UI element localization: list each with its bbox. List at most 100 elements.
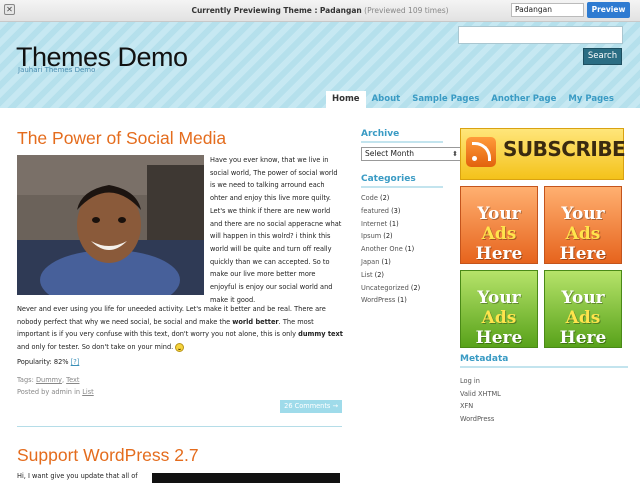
sidebar-archive-categories: Archive Select Month Categories Code (2)… xyxy=(361,108,461,307)
category-count: (1) xyxy=(397,296,407,305)
category-name[interactable]: Ipsum xyxy=(361,232,381,240)
post-title[interactable]: Support WordPress 2.7 xyxy=(17,445,199,466)
ad-line-2: Ads Here xyxy=(545,308,621,348)
category-count: (2) xyxy=(380,194,390,202)
post-intro-text: Have you ever know, that we live in soci… xyxy=(210,156,342,304)
post-divider xyxy=(17,426,342,427)
ad-word-here: Here xyxy=(559,328,607,348)
category-name[interactable]: Internet xyxy=(361,220,387,228)
ad-word-here: Here xyxy=(475,328,523,348)
ad-word-here: Here xyxy=(475,244,523,264)
category-item[interactable]: Internet (1) xyxy=(361,218,443,231)
post-image xyxy=(152,473,340,483)
category-count: (1) xyxy=(389,219,399,228)
ad-word-here: Here xyxy=(559,244,607,264)
category-name[interactable]: featured xyxy=(361,207,389,215)
category-name[interactable]: WordPress xyxy=(361,296,395,304)
subscribe-banner[interactable]: SUBSCRIBE xyxy=(460,128,626,180)
tag-link[interactable]: Text xyxy=(66,376,79,384)
nav-my-pages[interactable]: My Pages xyxy=(562,91,620,108)
metadata-title: Metadata xyxy=(460,354,628,368)
category-count: (2) xyxy=(410,283,421,292)
ad-banner[interactable]: Your Ads Here xyxy=(544,186,622,264)
category-count: (1) xyxy=(381,257,391,266)
category-item[interactable]: List (2) xyxy=(361,269,443,282)
popularity-label: Popularity: 82% xyxy=(17,358,69,366)
ad-line-1: Your xyxy=(561,204,605,224)
category-name[interactable]: Uncategorized xyxy=(361,284,409,292)
ad-word-ads: Ads xyxy=(565,224,601,244)
ad-word-ads: Ads xyxy=(565,308,601,328)
theme-select[interactable]: Padangan xyxy=(511,3,584,17)
posted-by: Posted by admin in xyxy=(17,388,81,396)
ad-banner[interactable]: Your Ads Here xyxy=(460,270,538,348)
category-name[interactable]: Japan xyxy=(361,258,379,266)
theme-preview-bar: ✕ Currently Previewing Theme : Padangan … xyxy=(0,0,640,22)
meta-link-wordpress[interactable]: WordPress xyxy=(460,413,501,426)
metadata-list: Log in Valid XHTML XFN WordPress xyxy=(460,375,501,426)
post-body-text: Never and ever using you life for uneede… xyxy=(17,303,347,354)
tag-link[interactable]: Dummy xyxy=(36,376,62,384)
popularity-help-link[interactable]: [?] xyxy=(71,358,80,366)
ad-line-1: Your xyxy=(561,288,605,308)
body-bold-2: dummy text xyxy=(298,330,343,339)
preview-theme-name: Padangan xyxy=(319,6,362,15)
ad-line-2: Ads Here xyxy=(461,224,537,264)
preview-prefix: Currently Previewing Theme : xyxy=(191,6,318,15)
ad-banner[interactable]: Your Ads Here xyxy=(544,270,622,348)
meta-link-login[interactable]: Log in xyxy=(460,375,501,388)
category-item[interactable]: Japan (1) xyxy=(361,256,443,269)
post-title[interactable]: The Power of Social Media xyxy=(17,128,226,149)
post-meta: Posted by admin in List xyxy=(17,388,94,396)
nav-about[interactable]: About xyxy=(366,91,407,108)
archive-title: Archive xyxy=(361,129,443,143)
category-name[interactable]: Code xyxy=(361,194,378,202)
body-bold-1: world better xyxy=(232,317,279,326)
site-tagline: Jauhari Themes Demo xyxy=(18,66,96,74)
ad-line-2: Ads Here xyxy=(461,308,537,348)
category-link[interactable]: List xyxy=(82,388,94,396)
comments-link[interactable]: 26 Comments → xyxy=(280,400,342,413)
search-input[interactable] xyxy=(458,26,623,44)
category-item[interactable]: Another One (1) xyxy=(361,243,443,256)
subscribe-label: SUBSCRIBE xyxy=(503,137,626,161)
ad-line-2: Ads Here xyxy=(545,224,621,264)
nav-sample-pages[interactable]: Sample Pages xyxy=(406,91,485,108)
category-item[interactable]: WordPress (1) xyxy=(361,294,443,307)
category-item[interactable]: Uncategorized (2) xyxy=(361,282,443,295)
search-button[interactable]: Search xyxy=(583,48,622,65)
smiley-icon xyxy=(175,342,185,352)
site-header: Themes Demo Jauhari Themes Demo Search H… xyxy=(0,22,640,108)
category-list: Code (2) featured (3) Internet (1) Ipsum… xyxy=(361,192,443,307)
category-count: (3) xyxy=(391,206,401,215)
category-count: (2) xyxy=(374,270,384,279)
category-item[interactable]: featured (3) xyxy=(361,205,443,218)
body-part-3: and only for tester. So don't take on yo… xyxy=(17,343,174,352)
preview-count: (Previewed 109 times) xyxy=(364,6,449,15)
ad-line-1: Your xyxy=(477,204,521,224)
category-name[interactable]: Another One xyxy=(361,245,403,253)
main-nav: Home About Sample Pages Another Page My … xyxy=(326,91,620,108)
ad-word-ads: Ads xyxy=(481,308,517,328)
popularity: Popularity: 82% [?] xyxy=(17,358,79,366)
rss-icon xyxy=(466,137,496,167)
tags-label: Tags: xyxy=(17,376,34,384)
post-tags: Tags: Dummy, Text xyxy=(17,376,80,384)
archive-month-select[interactable]: Select Month xyxy=(361,147,461,161)
meta-link-xfn[interactable]: XFN xyxy=(460,400,501,413)
post-photo xyxy=(17,155,204,295)
category-item[interactable]: Code (2) xyxy=(361,192,443,205)
categories-title: Categories xyxy=(361,174,443,188)
ad-line-1: Your xyxy=(477,288,521,308)
category-name[interactable]: List xyxy=(361,271,373,279)
ad-word-ads: Ads xyxy=(481,224,517,244)
meta-link-xhtml[interactable]: Valid XHTML xyxy=(460,388,501,401)
post-intro-text: Hi, I want give you update that all of xyxy=(17,472,138,480)
ad-banner[interactable]: Your Ads Here xyxy=(460,186,538,264)
category-count: (1) xyxy=(404,245,415,254)
preview-button[interactable]: Preview xyxy=(587,2,630,18)
nav-another-page[interactable]: Another Page xyxy=(485,91,562,108)
category-item[interactable]: Ipsum (2) xyxy=(361,230,443,243)
category-count: (2) xyxy=(383,232,393,241)
nav-home[interactable]: Home xyxy=(326,91,366,108)
